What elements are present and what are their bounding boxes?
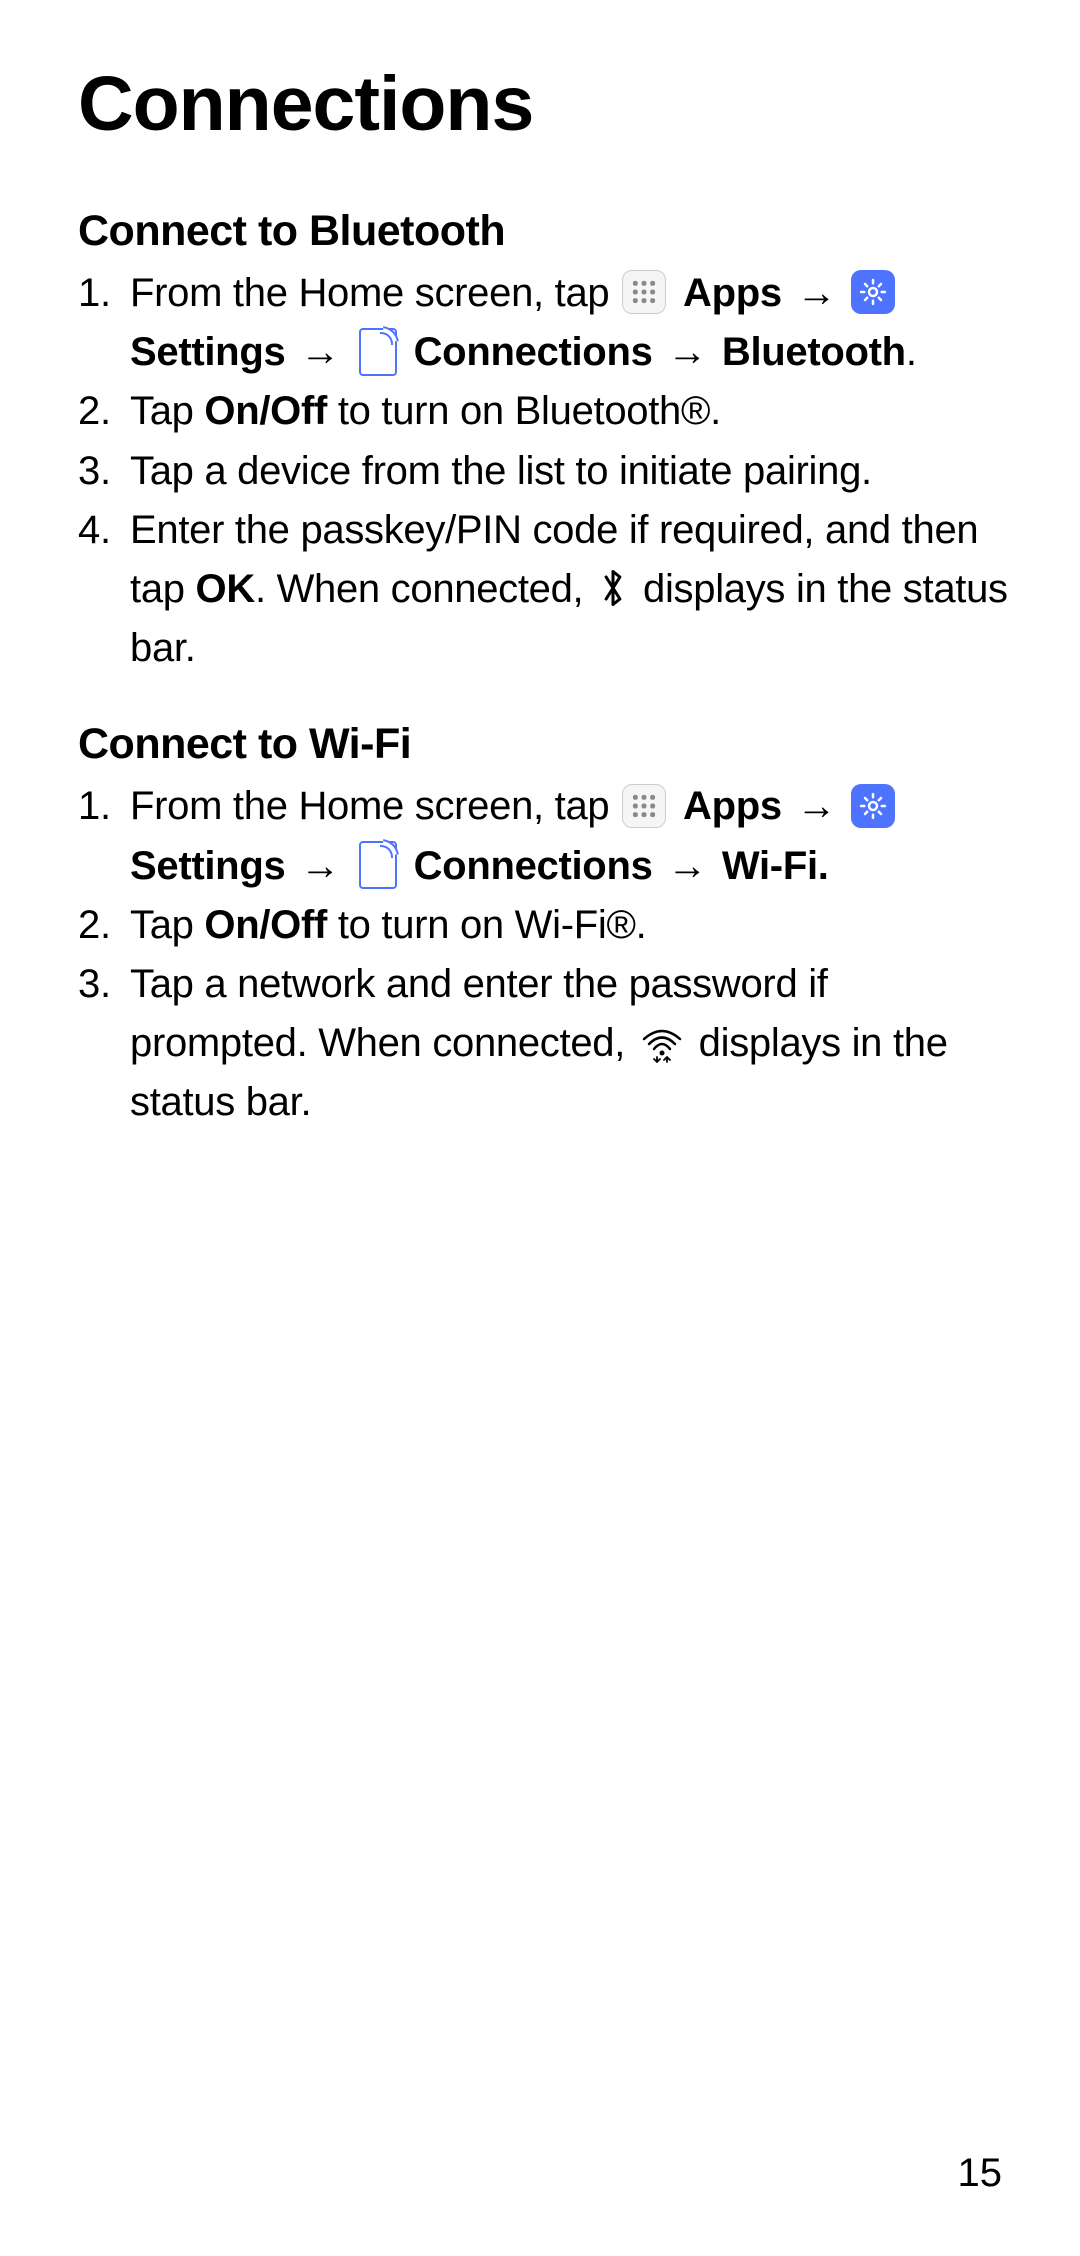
list-item: From the Home screen, tap Apps → Setting… [78,264,1010,382]
step-text: From the Home screen, tap [130,784,620,828]
step-text: Tap [130,903,204,947]
arrow-icon: → [663,844,711,888]
bold-text: OK [196,567,255,611]
list-item: Tap On/Off to turn on Wi-Fi®. [78,896,1010,955]
step-text: Tap [130,389,204,433]
section-heading-wifi: Connect to Wi-Fi [78,720,1010,769]
list-item: Tap a device from the list to initiate p… [78,442,1010,501]
connections-label: Connections [414,330,653,374]
bluetooth-steps: From the Home screen, tap Apps → Setting… [78,264,1010,678]
list-item: Tap On/Off to turn on Bluetooth®. [78,382,1010,441]
list-item: Enter the passkey/PIN code if required, … [78,501,1010,679]
target-label: Bluetooth [722,330,906,374]
bluetooth-icon [598,566,628,610]
wifi-icon [640,1023,684,1063]
target-label: Wi-Fi. [722,844,829,888]
list-item: Tap a network and enter the password if … [78,955,1010,1133]
bold-text: On/Off [204,903,327,947]
step-text: to turn on Bluetooth®. [327,389,721,433]
settings-label: Settings [130,330,285,374]
page-title: Connections [78,60,1010,149]
settings-icon [851,784,895,828]
list-item: From the Home screen, tap Apps → Setting… [78,777,1010,895]
settings-label: Settings [130,844,285,888]
bold-text: On/Off [204,389,327,433]
connections-icon [359,841,397,889]
apps-label: Apps [683,784,782,828]
arrow-icon: → [793,784,841,828]
step-text: to turn on Wi-Fi®. [327,903,646,947]
punct: . [906,330,917,374]
connections-label: Connections [414,844,653,888]
apps-icon [622,784,666,828]
section-heading-bluetooth: Connect to Bluetooth [78,207,1010,256]
arrow-icon: → [296,330,344,374]
arrow-icon: → [296,844,344,888]
arrow-icon: → [663,330,711,374]
step-text: . When connected, [255,567,594,611]
apps-icon [622,270,666,314]
step-text: Tap a device from the list to initiate p… [130,449,872,493]
wifi-steps: From the Home screen, tap Apps → Setting… [78,777,1010,1132]
settings-icon [851,270,895,314]
apps-label: Apps [683,271,782,315]
page-number: 15 [958,2151,1003,2196]
arrow-icon: → [793,271,841,315]
step-text: From the Home screen, tap [130,271,620,315]
connections-icon [359,328,397,376]
